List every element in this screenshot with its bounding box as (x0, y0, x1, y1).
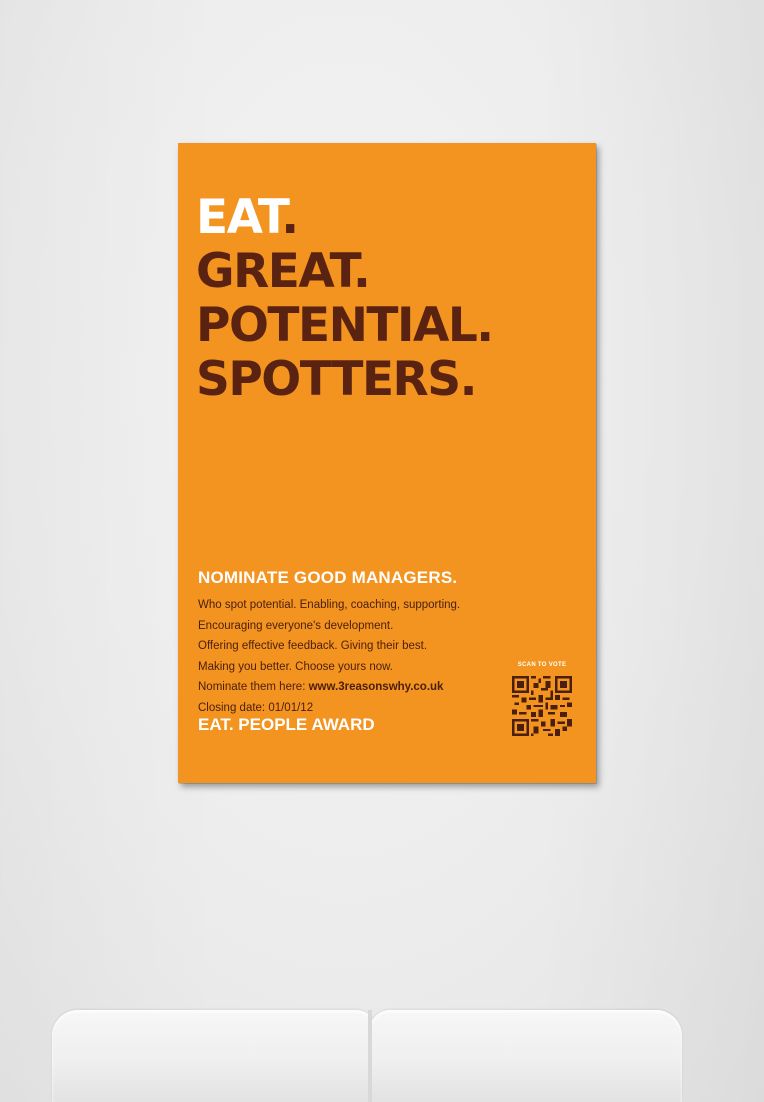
qr-code-icon (512, 676, 572, 736)
chair-right-cushion (370, 1010, 682, 1102)
body-line: Offering effective feedback. Giving thei… (198, 640, 428, 652)
body-text: Who spot potential. Enabling, coaching, … (198, 595, 460, 718)
body-line: Encouraging everyone's development. (198, 619, 394, 632)
nominate-line: Nominate them here: www.3reasonswhy.co.u… (198, 677, 460, 698)
chair-left-cushion (52, 1010, 376, 1102)
chair-seam (368, 1010, 372, 1102)
headline-spotters: SPOTTERS. (196, 352, 477, 407)
headline-potential: POTENTIAL. (196, 298, 494, 353)
headline: EAT. GREAT. POTENTIAL. SPOTTERS. (196, 190, 494, 407)
body-line: Who spot potential. Enabling, coaching, … (198, 599, 461, 611)
award-title: EAT. PEOPLE AWARD (198, 715, 375, 734)
subheading: NOMINATE GOOD MANAGERS. (198, 568, 458, 587)
nominate-prefix: Nominate them here: (198, 681, 309, 693)
headline-great: GREAT. (196, 244, 371, 299)
nominate-url: www.3reasonswhy.co.uk (308, 681, 444, 693)
scan-label: SCAN TO VOTE (517, 662, 567, 668)
poster: EAT. GREAT. POTENTIAL. SPOTTERS. NOMINAT… (178, 143, 596, 783)
body-line: Making you better. Choose yours now. (198, 660, 393, 673)
headline-eat: EAT. (196, 190, 299, 245)
